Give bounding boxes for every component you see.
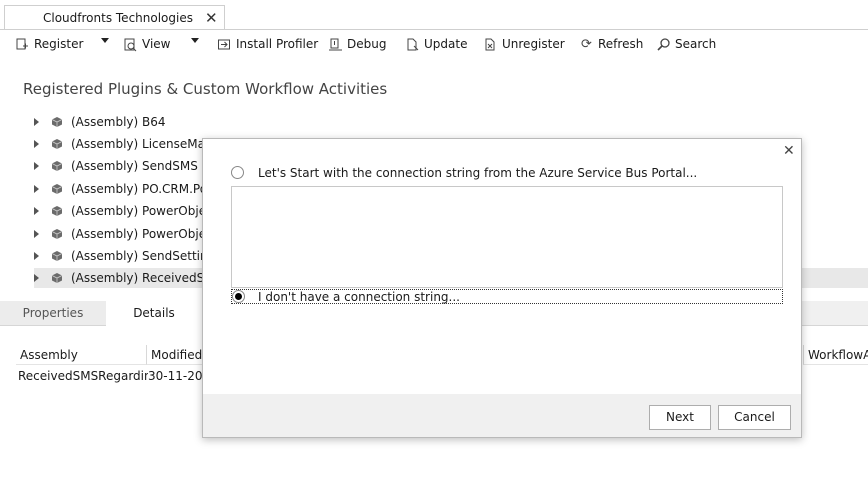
refresh-button[interactable]: ⟳ Refresh: [579, 34, 643, 54]
tree-item[interactable]: (Assembly) PowerObjects: [34, 201, 202, 221]
tree-item[interactable]: (Assembly) B64: [34, 112, 202, 132]
register-button[interactable]: Register: [15, 34, 83, 54]
assembly-package-icon: [51, 272, 63, 284]
debug-icon: [328, 37, 343, 52]
register-dropdown-arrow[interactable]: [101, 38, 109, 43]
expand-arrow-icon[interactable]: [34, 230, 39, 238]
debug-label: Debug: [347, 37, 387, 51]
tab-details[interactable]: Details: [106, 301, 202, 326]
option-connection-string-label[interactable]: Let's Start with the connection string f…: [258, 166, 697, 180]
document-tab-title: Cloudfronts Technologies: [43, 11, 193, 25]
dialog-footer: [203, 394, 801, 437]
assembly-package-icon: [51, 250, 63, 262]
update-label: Update: [424, 37, 468, 51]
assembly-package-icon: [51, 138, 63, 150]
assembly-package-icon: [51, 183, 63, 195]
view-icon: [123, 37, 138, 52]
document-tab[interactable]: Cloudfronts Technologies ✕: [4, 5, 225, 29]
install-profiler-icon: [217, 37, 232, 52]
refresh-icon: ⟳: [581, 36, 592, 52]
assembly-package-icon: [51, 160, 63, 172]
assembly-package-icon: [51, 228, 63, 240]
search-button[interactable]: Search: [656, 34, 716, 54]
assembly-package-icon: [51, 205, 63, 217]
page-title: Registered Plugins & Custom Workflow Act…: [23, 80, 388, 98]
column-header-modified-on[interactable]: ModifiedO: [147, 345, 207, 365]
table-cell-assembly[interactable]: ReceivedSMSRegarding: [15, 367, 148, 385]
cancel-button[interactable]: Cancel: [718, 405, 791, 430]
tree-item[interactable]: (Assembly) SendSMS: [34, 156, 202, 176]
option-no-connection-string-radio[interactable]: [232, 290, 245, 303]
connection-dialog: [202, 138, 802, 438]
tree-item-label: (Assembly) PO.CRM.Powe: [71, 182, 202, 196]
install-profiler-label: Install Profiler: [236, 37, 319, 51]
tree-item[interactable]: (Assembly) PO.CRM.Powe: [34, 179, 202, 199]
expand-arrow-icon[interactable]: [34, 207, 39, 215]
tab-properties[interactable]: Properties: [0, 301, 107, 325]
view-dropdown-arrow[interactable]: [191, 38, 199, 43]
table-cell-modified-on[interactable]: 30-11-201: [145, 367, 208, 385]
tree-item-label: (Assembly) PowerObjects: [71, 204, 202, 218]
tree-item[interactable]: (Assembly) PowerObjects: [34, 224, 202, 244]
unregister-icon: [483, 37, 498, 52]
expand-arrow-icon[interactable]: [34, 274, 39, 282]
tree-item-label: (Assembly) ReceivedSMS: [71, 271, 223, 285]
expand-arrow-icon[interactable]: [34, 252, 39, 260]
expand-arrow-icon[interactable]: [34, 185, 39, 193]
assembly-package-icon: [51, 116, 63, 128]
close-icon[interactable]: ✕: [205, 9, 218, 27]
unregister-label: Unregister: [502, 37, 565, 51]
update-button[interactable]: Update: [405, 34, 467, 54]
tree-item-label: (Assembly) LicenseManag: [71, 137, 202, 151]
connection-string-textarea[interactable]: [231, 186, 783, 288]
register-icon: [15, 37, 30, 52]
refresh-label: Refresh: [598, 37, 644, 51]
option-connection-string-radio[interactable]: [231, 166, 244, 179]
view-label: View: [142, 37, 171, 51]
expand-arrow-icon[interactable]: [34, 140, 39, 148]
update-icon: [405, 37, 420, 52]
view-button[interactable]: View: [123, 34, 170, 54]
column-header-assembly[interactable]: Assembly: [16, 345, 147, 365]
tree-item[interactable]: (Assembly) SendSettings: [34, 246, 202, 266]
register-label: Register: [34, 37, 84, 51]
tree-item[interactable]: (Assembly) LicenseManag: [34, 134, 202, 154]
unregister-button[interactable]: Unregister: [483, 34, 565, 54]
search-icon: [656, 37, 671, 52]
search-label: Search: [675, 37, 717, 51]
tree-item-label: (Assembly) B64: [71, 115, 166, 129]
expand-arrow-icon[interactable]: [34, 162, 39, 170]
expand-arrow-icon[interactable]: [34, 118, 39, 126]
option-no-connection-string-label[interactable]: I don't have a connection string...: [258, 290, 460, 304]
debug-button[interactable]: Debug: [328, 34, 386, 54]
tree-item-label: (Assembly) SendSettings: [71, 249, 202, 263]
tree-item-label: (Assembly) SendSMS: [71, 159, 198, 173]
next-button[interactable]: Next: [649, 405, 711, 430]
install-profiler-button[interactable]: Install Profiler: [217, 34, 318, 54]
column-header-workflow-activity[interactable]: WorkflowAc: [803, 345, 868, 365]
close-icon[interactable]: ✕: [783, 143, 795, 159]
tree-item-label: (Assembly) PowerObjects: [71, 227, 202, 241]
